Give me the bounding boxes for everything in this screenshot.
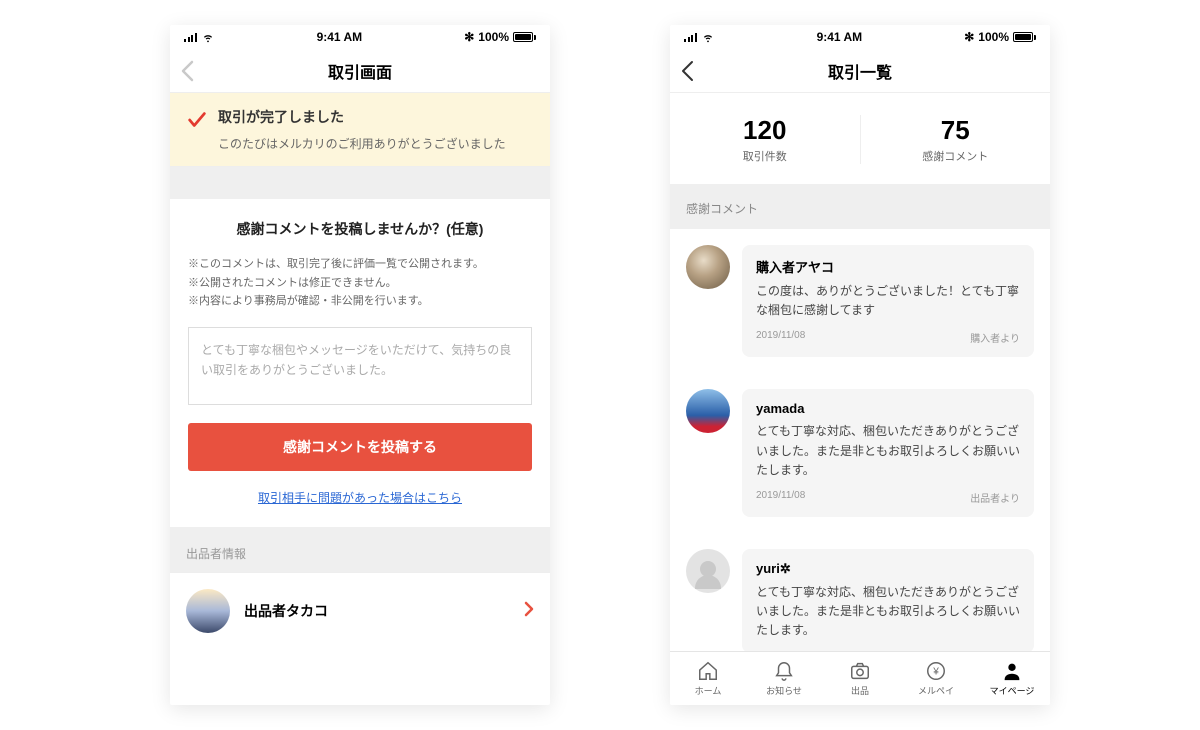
section-divider: [170, 167, 550, 199]
completion-banner: 取引が完了しました このたびはメルカリのご利用ありがとうございました: [170, 93, 550, 167]
tab-label: メルペイ: [918, 684, 954, 697]
tab-label: ホーム: [695, 684, 722, 697]
report-problem-link[interactable]: 取引相手に問題があった場合はこちら: [258, 491, 462, 505]
comment-body: とても丁寧な対応、梱包いただきありがとうございました。また是非ともお取引よろしく…: [756, 422, 1020, 480]
comment-bubble: yamada とても丁寧な対応、梱包いただきありがとうございました。また是非とも…: [742, 389, 1034, 517]
comment-bubble: yuri✲ とても丁寧な対応、梱包いただきありがとうございました。また是非ともお…: [742, 549, 1034, 651]
svg-text:¥: ¥: [932, 667, 939, 678]
stat-transactions: 120 取引件数: [670, 115, 861, 164]
seller-name: 出品者タカコ: [244, 601, 510, 621]
commenter-avatar: [686, 245, 730, 289]
nav-header: 取引画面: [170, 49, 550, 93]
seller-row[interactable]: 出品者タカコ: [170, 572, 550, 649]
tab-bar: ホーム お知らせ 出品 ¥ メルペイ マイページ: [670, 651, 1050, 705]
check-icon: [186, 109, 208, 136]
status-time: 9:41 AM: [317, 30, 363, 44]
signal-icon: [684, 32, 697, 42]
tab-label: お知らせ: [766, 684, 802, 697]
commenter-name: yuri✲: [756, 561, 1020, 577]
tab-notice[interactable]: お知らせ: [746, 652, 822, 705]
thanks-section-label: 感謝コメント: [670, 184, 1050, 229]
wifi-icon: [201, 30, 215, 44]
phone-transaction-screen: 9:41 AM ✻ 100% 取引画面 取引が完了しました このたびはメルカリの…: [170, 25, 550, 705]
back-button[interactable]: [680, 49, 694, 92]
comment-body: とても丁寧な対応、梱包いただきありがとうございました。また是非ともお取引よろしく…: [756, 583, 1020, 641]
tab-label: マイページ: [990, 684, 1035, 697]
signal-icon: [184, 32, 197, 42]
page-title: 取引一覧: [828, 59, 892, 83]
comment-card[interactable]: yamada とても丁寧な対応、梱包いただきありがとうございました。また是非とも…: [670, 373, 1050, 533]
commenter-avatar: [686, 389, 730, 433]
commenter-name: 購入者アヤコ: [756, 257, 1020, 276]
banner-title: 取引が完了しました: [218, 107, 506, 127]
banner-subtitle: このたびはメルカリのご利用ありがとうございました: [218, 135, 506, 152]
battery-icon: [513, 32, 536, 42]
submit-comment-button[interactable]: 感謝コメントを投稿する: [188, 423, 532, 471]
stats-row: 120 取引件数 75 感謝コメント: [670, 93, 1050, 184]
seller-avatar: [186, 589, 230, 633]
tab-home[interactable]: ホーム: [670, 652, 746, 705]
commenter-avatar: [686, 549, 730, 593]
comment-card[interactable]: yuri✲ とても丁寧な対応、梱包いただきありがとうございました。また是非ともお…: [670, 533, 1050, 651]
comments-feed[interactable]: 購入者アヤコ この度は、ありがとうございました！とても丁寧な梱包に感謝してます …: [670, 229, 1050, 651]
stat-number: 75: [861, 115, 1051, 146]
tab-merpay[interactable]: ¥ メルペイ: [898, 652, 974, 705]
thanks-comment-section: 感謝コメントを投稿しませんか？(任意) ※このコメントは、取引完了後に評価一覧で…: [170, 199, 550, 527]
note-line: ※このコメントは、取引完了後に評価一覧で公開されます。: [188, 255, 532, 274]
battery-icon: [1013, 32, 1036, 42]
comment-role: 出品者より: [970, 490, 1020, 505]
back-button[interactable]: [180, 49, 194, 92]
status-time: 9:41 AM: [817, 30, 863, 44]
comment-date: 2019/11/08: [756, 490, 805, 505]
note-line: ※内容により事務局が確認・非公開を行います。: [188, 292, 532, 311]
stat-label: 感謝コメント: [861, 148, 1051, 164]
status-bar: 9:41 AM ✻ 100%: [670, 25, 1050, 49]
battery-percent: 100%: [978, 30, 1009, 44]
comment-card[interactable]: 購入者アヤコ この度は、ありがとうございました！とても丁寧な梱包に感謝してます …: [670, 229, 1050, 373]
tab-label: 出品: [851, 684, 869, 697]
status-bar: 9:41 AM ✻ 100%: [170, 25, 550, 49]
tab-mypage[interactable]: マイページ: [974, 652, 1050, 705]
battery-percent: 100%: [478, 30, 509, 44]
comment-bubble: 購入者アヤコ この度は、ありがとうございました！とても丁寧な梱包に感謝してます …: [742, 245, 1034, 357]
comment-date: 2019/11/08: [756, 330, 805, 345]
comment-input[interactable]: とても丁寧な梱包やメッセージをいただけて、気持ちの良い取引をありがとうございまし…: [188, 327, 532, 405]
tab-sell[interactable]: 出品: [822, 652, 898, 705]
commenter-name: yamada: [756, 401, 1020, 416]
stat-thanks: 75 感謝コメント: [861, 115, 1051, 164]
bluetooth-icon: ✻: [464, 30, 474, 44]
nav-header: 取引一覧: [670, 49, 1050, 93]
chevron-right-icon: [524, 601, 534, 622]
comment-notes: ※このコメントは、取引完了後に評価一覧で公開されます。 ※公開されたコメントは修…: [188, 255, 532, 311]
page-title: 取引画面: [328, 59, 392, 83]
comment-role: 購入者より: [970, 330, 1020, 345]
phone-transaction-list: 9:41 AM ✻ 100% 取引一覧 120 取引件数 75 感謝コメント 感…: [670, 25, 1050, 705]
comment-body: この度は、ありがとうございました！とても丁寧な梱包に感謝してます: [756, 282, 1020, 320]
note-line: ※公開されたコメントは修正できません。: [188, 274, 532, 293]
comment-heading: 感謝コメントを投稿しませんか？(任意): [188, 219, 532, 239]
bluetooth-icon: ✻: [964, 30, 974, 44]
stat-label: 取引件数: [670, 148, 860, 164]
stat-number: 120: [670, 115, 860, 146]
seller-section-label: 出品者情報: [170, 527, 550, 572]
wifi-icon: [701, 30, 715, 44]
